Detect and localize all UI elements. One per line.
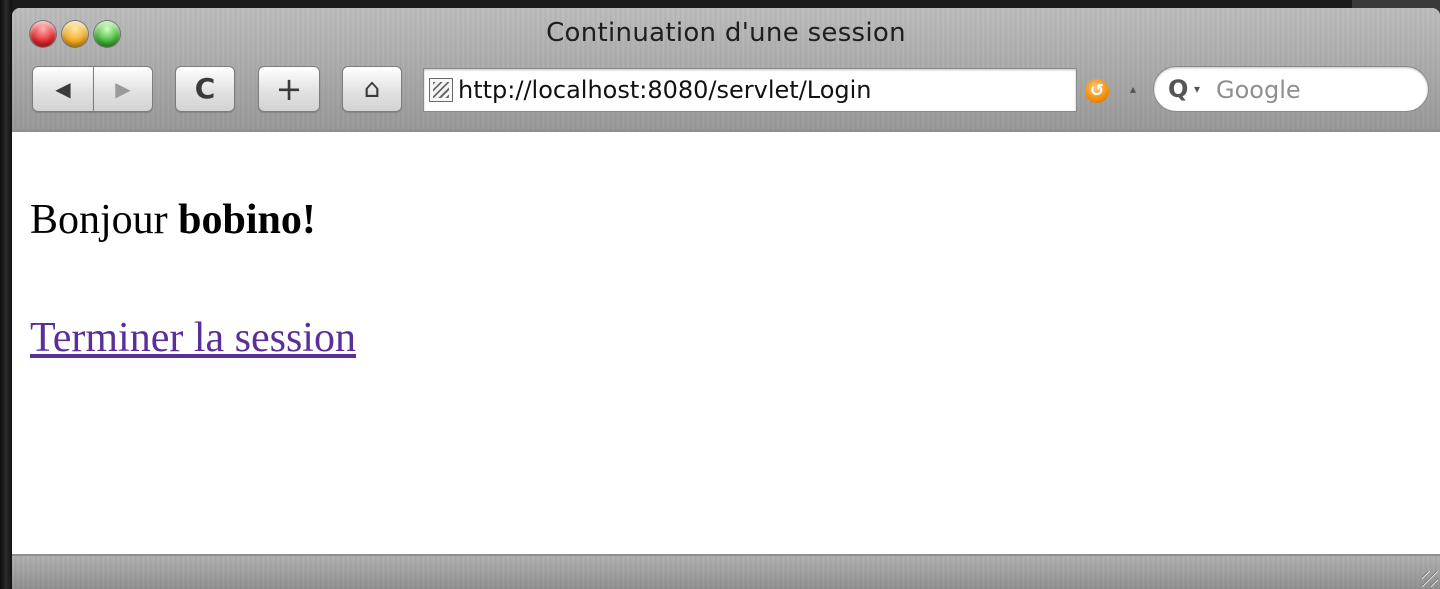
search-engine-chevron-icon[interactable]: ▾	[1194, 82, 1200, 96]
greeting-prefix: Bonjour	[30, 197, 179, 243]
greeting-text: Bonjour bobino!	[30, 196, 316, 244]
status-bar	[12, 554, 1440, 589]
username: bobino!	[178, 197, 316, 243]
browser-toolbar: Continuation d'une session ◀ ▶ C + ⌂ htt…	[12, 8, 1440, 132]
site-favicon-icon	[429, 78, 453, 102]
desktop-background-left	[0, 0, 12, 589]
home-button[interactable]: ⌂	[342, 66, 402, 112]
reload-icon: C	[194, 72, 216, 105]
snapback-icon[interactable]: ↺	[1085, 79, 1109, 103]
reload-button[interactable]: C	[175, 66, 235, 112]
address-bar[interactable]: http://localhost:8080/servlet/Login	[423, 68, 1077, 112]
back-arrow-icon: ◀	[55, 77, 71, 101]
page-content: Bonjour bobino! Terminer la session	[12, 132, 1440, 556]
search-placeholder: Google	[1216, 76, 1301, 104]
plus-icon: +	[275, 70, 303, 108]
back-button[interactable]: ◀	[32, 66, 94, 112]
home-icon: ⌂	[363, 74, 381, 104]
address-bar-url: http://localhost:8080/servlet/Login	[458, 76, 872, 104]
search-input[interactable]: Q ▾ Google	[1153, 66, 1429, 112]
chevron-up-icon[interactable]: ▴	[1130, 82, 1136, 96]
forward-button[interactable]: ▶	[93, 66, 153, 112]
browser-window: Continuation d'une session ◀ ▶ C + ⌂ htt…	[12, 8, 1440, 589]
add-bookmark-button[interactable]: +	[258, 66, 320, 112]
window-title: Continuation d'une session	[546, 18, 906, 48]
forward-arrow-icon: ▶	[115, 77, 131, 101]
end-session-link[interactable]: Terminer la session	[30, 314, 356, 362]
search-icon[interactable]: Q	[1168, 75, 1188, 103]
resize-grip-icon[interactable]	[1422, 571, 1438, 587]
